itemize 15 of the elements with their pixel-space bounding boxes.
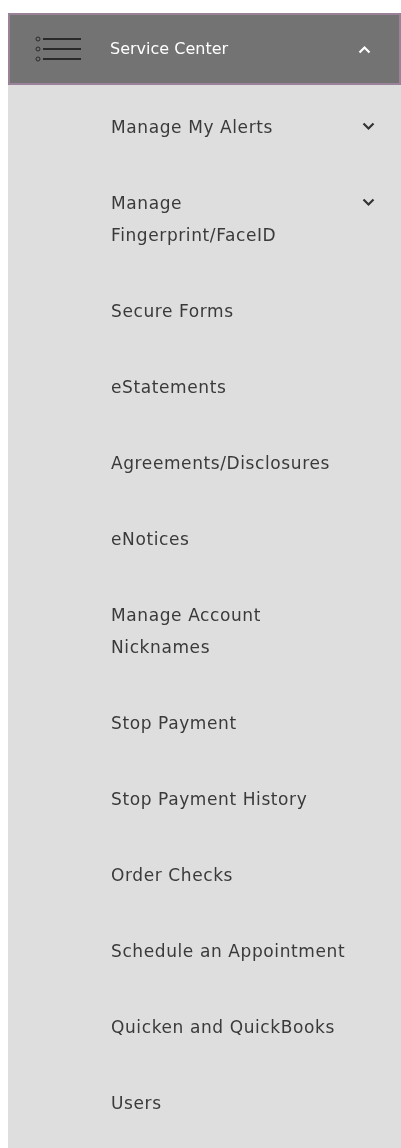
- menu-item[interactable]: Users: [111, 1087, 349, 1119]
- menu-item[interactable]: Agreements/Disclosures: [111, 447, 349, 479]
- menu-item[interactable]: eStatements: [111, 371, 349, 403]
- menu-item[interactable]: Manage Account Nicknames: [111, 599, 349, 663]
- menu-header[interactable]: Service Center: [8, 13, 401, 85]
- menu-item[interactable]: Secure Forms: [111, 295, 349, 327]
- menu-item[interactable]: Quicken and QuickBooks: [111, 1011, 349, 1043]
- menu-item[interactable]: Manage Fingerprint/FaceID: [111, 187, 349, 251]
- menu-item[interactable]: Stop Payment: [111, 707, 349, 739]
- menu-item[interactable]: Stop Payment History: [111, 783, 349, 815]
- menu-item[interactable]: eNotices: [111, 523, 349, 555]
- menu-item[interactable]: Schedule an Appointment: [111, 935, 349, 967]
- list-icon: [35, 35, 81, 63]
- menu-item[interactable]: Manage My Alerts: [111, 111, 349, 143]
- menu-item[interactable]: Order Checks: [111, 859, 349, 891]
